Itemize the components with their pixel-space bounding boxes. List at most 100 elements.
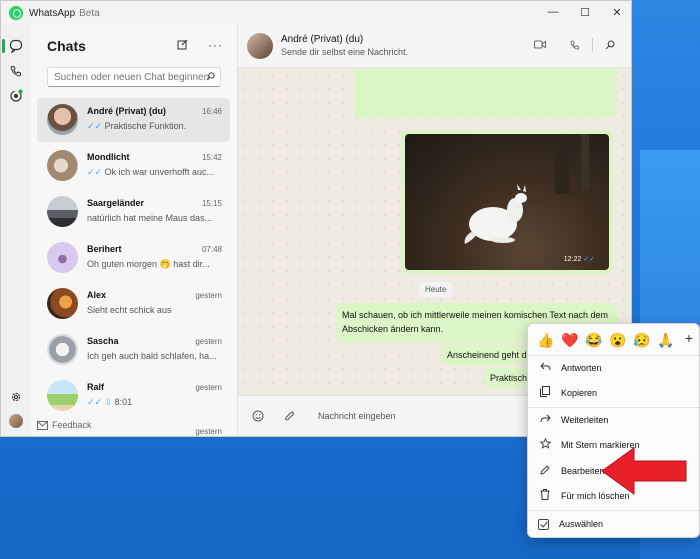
- contact-name: André (Privat) (du): [281, 34, 364, 45]
- chat-time: gestern: [195, 337, 222, 346]
- search-icon[interactable]: [605, 40, 615, 53]
- chat-time: 07:48: [201, 245, 222, 254]
- add-reaction-button[interactable]: +: [685, 330, 693, 346]
- video-call-icon[interactable]: [534, 40, 546, 52]
- minimize-button[interactable]: —: [537, 1, 569, 23]
- chat-preview: Ich geh auch bald schlafen, ha...: [87, 351, 217, 361]
- menu-item-label: Kopieren: [561, 388, 598, 398]
- checkbox-icon: [538, 518, 549, 530]
- message-input[interactable]: Nachricht eingeben: [318, 411, 396, 421]
- menu-divider: [528, 407, 699, 408]
- image-message-bubble[interactable]: 12:22 ✓✓: [401, 130, 613, 274]
- reaction-pray[interactable]: 🙏: [654, 332, 678, 349]
- chat-time: 16:46: [201, 107, 222, 116]
- message-bubble[interactable]: Praktische: [484, 368, 529, 388]
- settings-icon[interactable]: [8, 389, 24, 405]
- close-button[interactable]: ✕: [601, 1, 631, 23]
- mail-icon: [37, 420, 48, 430]
- reaction-heart[interactable]: ❤️: [558, 332, 582, 349]
- message-context-menu: 👍 ❤️ 😂 😮 😥 🙏 + Antworten Kopieren Weiter…: [527, 323, 700, 538]
- maximize-button[interactable]: ☐: [569, 1, 601, 23]
- chat-item[interactable]: Berihert 07:48 Oh guten morgen 🤭 hast di…: [37, 236, 230, 280]
- menu-item-copy[interactable]: Kopieren: [534, 382, 694, 404]
- chat-preview: ✓✓ Ok ich war unverhofft auc...: [87, 167, 214, 177]
- new-chat-icon[interactable]: [177, 39, 188, 53]
- avatar: [47, 334, 78, 365]
- search-input[interactable]: [47, 67, 221, 87]
- chat-item[interactable]: Alex gestern Sieht echt schick aus: [37, 282, 230, 326]
- chat-item[interactable]: Saargeländer 15:15 natürlich hat meine M…: [37, 190, 230, 234]
- chat-item[interactable]: Sascha gestern Ich geh auch bald schlafe…: [37, 328, 230, 372]
- title-bar: WhatsApp Beta — ☐ ✕: [1, 1, 631, 25]
- menu-item-label: Bearbeiten: [561, 466, 605, 476]
- menu-item-reply[interactable]: Antworten: [534, 357, 694, 379]
- chat-preview: natürlich hat meine Maus das...: [87, 213, 213, 223]
- navigation-rail: [1, 25, 31, 436]
- read-ticks-icon: ✓✓: [87, 167, 103, 177]
- red-arrow-annotation: [601, 447, 687, 495]
- contact-subtitle: Sende dir selbst eine Nachricht.: [281, 47, 409, 57]
- chat-item[interactable]: Ralf gestern ✓✓ ⇩ 8:01: [37, 374, 230, 418]
- image-timestamp: 12:22 ✓✓: [563, 256, 595, 263]
- reply-icon: [537, 362, 553, 374]
- chat-name: André (Privat) (du): [87, 106, 167, 116]
- reaction-thumbs-up[interactable]: 👍: [534, 332, 558, 349]
- chat-preview: ✓✓ ⇩ 8:01: [87, 397, 133, 407]
- menu-item-select[interactable]: Auswählen: [534, 513, 694, 535]
- chat-list-panel: Chats ··· André (Privat) (du) 16:46 ✓✓ P…: [31, 25, 238, 436]
- menu-item-label: Antworten: [561, 363, 602, 373]
- chat-name: Ralf: [87, 382, 105, 392]
- chat-name: Alex: [87, 290, 107, 300]
- chat-item[interactable]: André (Privat) (du) 16:46 ✓✓ Praktische …: [37, 98, 230, 142]
- copy-icon: [537, 386, 553, 400]
- whatsapp-logo-icon: [9, 6, 23, 20]
- attach-icon[interactable]: [284, 410, 295, 425]
- reaction-sad[interactable]: 😥: [630, 332, 654, 349]
- header-divider: [592, 38, 593, 52]
- read-ticks-icon: ✓✓ ⇩: [87, 397, 113, 407]
- menu-item-forward[interactable]: Weiterleiten: [534, 409, 694, 431]
- trash-icon: [537, 489, 553, 503]
- message-bubble[interactable]: Anscheinend geht d: [441, 345, 529, 365]
- reaction-bar: 👍 ❤️ 😂 😮 😥 🙏: [528, 327, 700, 353]
- window-controls: — ☐ ✕: [537, 1, 631, 25]
- chat-time: 15:15: [201, 199, 222, 208]
- avatar[interactable]: [247, 33, 273, 59]
- avatar: [47, 242, 78, 273]
- app-beta-label: Beta: [79, 7, 100, 19]
- calls-icon[interactable]: [8, 63, 24, 79]
- menu-item-label: Auswählen: [559, 519, 604, 529]
- avatar: [47, 380, 78, 411]
- reaction-laugh[interactable]: 😂: [582, 332, 606, 349]
- chat-preview: Oh guten morgen 🤭 hast dir...: [87, 259, 210, 269]
- message-photo[interactable]: 12:22 ✓✓: [405, 134, 609, 270]
- feedback-label: Feedback: [52, 420, 92, 430]
- feedback-button[interactable]: Feedback: [31, 415, 101, 435]
- conversation-header[interactable]: André (Privat) (du) Sende dir selbst ein…: [238, 25, 631, 68]
- avatar: [47, 196, 78, 227]
- more-options-icon[interactable]: ···: [208, 38, 223, 52]
- search-icon: [206, 72, 215, 83]
- menu-item-label: Weiterleiten: [561, 415, 609, 425]
- emoji-icon[interactable]: [252, 410, 264, 425]
- previous-message-bubble[interactable]: [354, 68, 617, 118]
- app-name: WhatsApp: [29, 7, 76, 19]
- reaction-surprised[interactable]: 😮: [606, 332, 630, 349]
- date-separator: Heute: [419, 282, 453, 297]
- chats-icon[interactable]: [8, 38, 24, 54]
- profile-avatar[interactable]: [9, 414, 23, 428]
- chat-preview: Sieht echt schick aus: [87, 305, 172, 315]
- chat-name: Berihert: [87, 244, 122, 254]
- photo-tree: [555, 134, 569, 194]
- avatar: [47, 104, 78, 135]
- status-icon[interactable]: [8, 88, 24, 104]
- voice-call-icon[interactable]: [570, 40, 580, 53]
- chat-time: 15:42: [201, 153, 222, 162]
- chat-time: gestern: [195, 427, 222, 436]
- avatar: [47, 288, 78, 319]
- chats-title: Chats: [47, 38, 86, 54]
- star-icon: [537, 437, 553, 452]
- white-wallaby-image: [464, 184, 527, 244]
- chat-item[interactable]: Mondlicht 15:42 ✓✓ Ok ich war unverhofft…: [37, 144, 230, 188]
- pencil-icon: [537, 464, 553, 478]
